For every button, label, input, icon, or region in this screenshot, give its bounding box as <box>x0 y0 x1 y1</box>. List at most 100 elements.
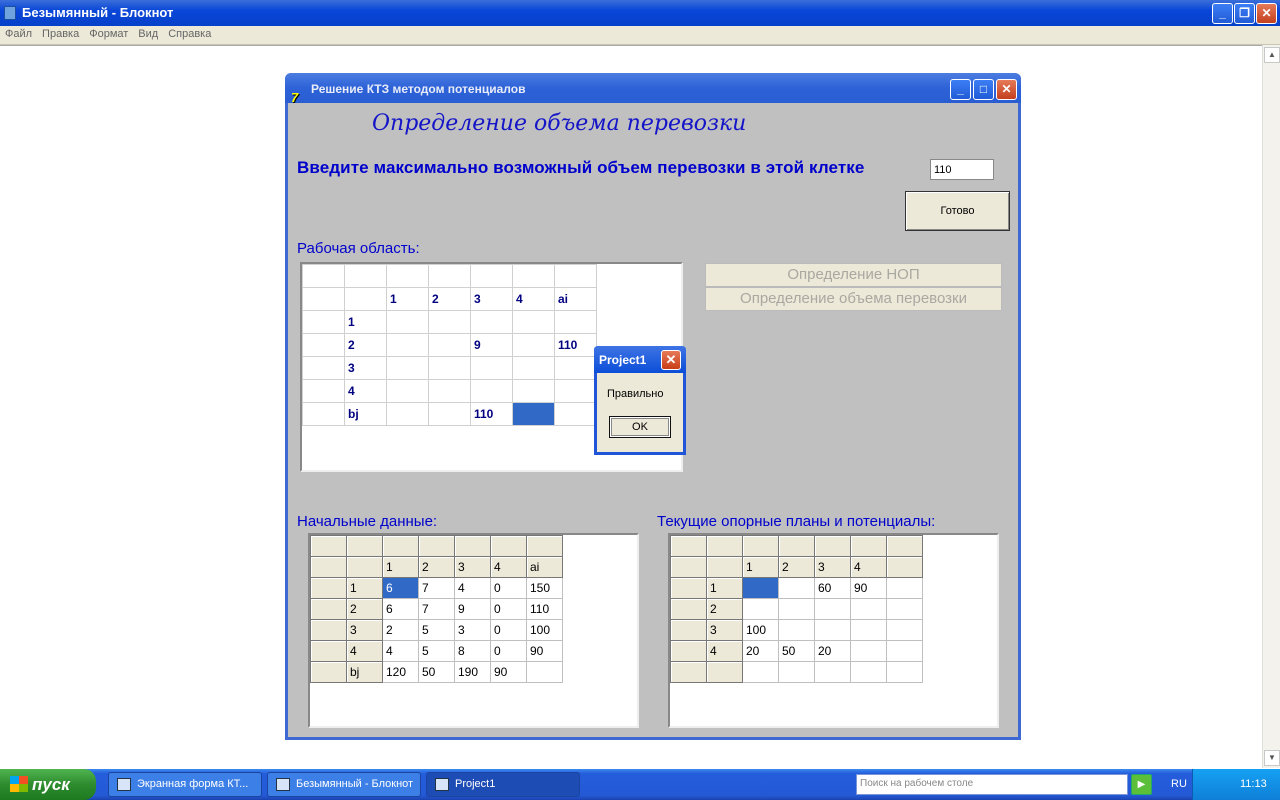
grid-cell[interactable] <box>470 264 513 288</box>
grid-cell[interactable]: 3 <box>346 619 383 641</box>
dialog-ok-button[interactable]: OK <box>609 416 671 438</box>
grid-cell[interactable]: 90 <box>526 640 563 662</box>
grid-cell[interactable] <box>302 333 345 357</box>
search-go-icon[interactable]: ▶ <box>1131 774 1152 795</box>
current-plans-grid[interactable]: 1 2 3 4 1 60 90 2 3 100 4 20 50 20 <box>670 535 923 683</box>
grid-cell[interactable]: 1 <box>346 577 383 599</box>
grid-cell[interactable] <box>850 640 887 662</box>
task-notepad[interactable]: Безымянный - Блокнот <box>267 772 421 797</box>
grid-cell[interactable]: 190 <box>454 661 491 683</box>
initial-data-grid[interactable]: 1 2 3 4 ai 1 6 7 4 0 150 2 6 7 9 0 110 3 2 5 3 0 100 4 4 5 8 0 90 bj 1… <box>310 535 563 683</box>
dialog-close-icon[interactable]: ✕ <box>661 350 681 370</box>
grid-cell[interactable] <box>386 264 429 288</box>
grid-cell[interactable] <box>512 264 555 288</box>
grid-cell[interactable] <box>886 577 923 599</box>
grid-cell[interactable]: 90 <box>490 661 527 683</box>
grid-cell[interactable]: 120 <box>382 661 419 683</box>
grid-cell[interactable] <box>386 402 429 426</box>
grid-cell[interactable] <box>778 661 815 683</box>
menu-help[interactable]: Справка <box>163 26 216 40</box>
desktop-search-input[interactable]: Поиск на рабочем столе <box>856 774 1128 795</box>
grid-cell[interactable]: ai <box>526 556 563 578</box>
grid-cell[interactable] <box>706 556 743 578</box>
grid-cell[interactable] <box>346 556 383 578</box>
grid-cell[interactable]: 1 <box>386 287 429 311</box>
grid-cell[interactable]: 0 <box>490 577 527 599</box>
scroll-down-icon[interactable]: ▼ <box>1264 750 1280 766</box>
grid-cell[interactable] <box>814 661 851 683</box>
grid-cell[interactable] <box>886 598 923 620</box>
grid-cell[interactable] <box>554 264 597 288</box>
grid-cell[interactable] <box>742 661 779 683</box>
nop-button[interactable]: Определение НОП <box>705 263 1002 287</box>
grid-cell[interactable] <box>526 661 563 683</box>
grid-cell[interactable] <box>778 619 815 641</box>
grid-cell[interactable]: 60 <box>814 577 851 599</box>
grid-cell[interactable]: 6 <box>382 598 419 620</box>
grid-cell[interactable] <box>302 379 345 403</box>
grid-cell[interactable] <box>454 535 491 557</box>
grid-cell[interactable]: 8 <box>454 640 491 662</box>
grid-cell[interactable] <box>512 402 555 426</box>
grid-cell[interactable]: 4 <box>512 287 555 311</box>
grid-cell[interactable] <box>554 356 597 380</box>
grid-cell[interactable] <box>302 356 345 380</box>
grid-cell[interactable] <box>670 556 707 578</box>
grid-cell[interactable]: 50 <box>418 661 455 683</box>
grid-cell[interactable]: 20 <box>814 640 851 662</box>
grid-cell[interactable]: 2 <box>382 619 419 641</box>
grid-cell[interactable] <box>778 577 815 599</box>
grid-cell[interactable] <box>850 598 887 620</box>
grid-cell[interactable]: 4 <box>344 379 387 403</box>
grid-cell[interactable] <box>742 577 779 599</box>
grid-cell[interactable]: 5 <box>418 619 455 641</box>
grid-cell[interactable] <box>512 356 555 380</box>
grid-cell[interactable]: 9 <box>470 333 513 357</box>
grid-cell[interactable] <box>310 619 347 641</box>
grid-cell[interactable]: 3 <box>344 356 387 380</box>
grid-cell[interactable]: 20 <box>742 640 779 662</box>
grid-cell[interactable] <box>382 535 419 557</box>
grid-cell[interactable] <box>310 535 347 557</box>
grid-cell[interactable]: 2 <box>706 598 743 620</box>
grid-cell[interactable]: 2 <box>428 287 471 311</box>
grid-cell[interactable]: 4 <box>454 577 491 599</box>
grid-cell[interactable]: 100 <box>526 619 563 641</box>
minimize-button[interactable]: _ <box>1212 3 1233 24</box>
grid-cell[interactable]: 7 <box>418 598 455 620</box>
grid-cell[interactable] <box>706 535 743 557</box>
restore-button[interactable]: ❐ <box>1234 3 1255 24</box>
grid-cell[interactable] <box>886 619 923 641</box>
grid-cell[interactable]: 2 <box>418 556 455 578</box>
grid-cell[interactable] <box>512 379 555 403</box>
grid-cell[interactable] <box>302 402 345 426</box>
grid-cell[interactable] <box>742 535 779 557</box>
grid-cell[interactable] <box>428 310 471 334</box>
grid-cell[interactable] <box>886 535 923 557</box>
grid-cell[interactable] <box>386 356 429 380</box>
vertical-scrollbar[interactable]: ▲ ▼ <box>1262 45 1280 768</box>
grid-cell[interactable] <box>346 535 383 557</box>
grid-cell[interactable] <box>386 310 429 334</box>
grid-cell[interactable]: bj <box>346 661 383 683</box>
grid-cell[interactable] <box>310 640 347 662</box>
grid-cell[interactable] <box>512 333 555 357</box>
grid-cell[interactable]: 5 <box>418 640 455 662</box>
workarea-grid[interactable]: 1 2 3 4 ai 1 2 9 110 3 4 bj 110 <box>302 264 597 426</box>
grid-cell[interactable] <box>386 333 429 357</box>
grid-cell[interactable] <box>706 661 743 683</box>
grid-cell[interactable]: 3 <box>706 619 743 641</box>
grid-cell[interactable] <box>670 535 707 557</box>
menu-file[interactable]: Файл <box>0 26 37 40</box>
grid-cell[interactable]: 3 <box>814 556 851 578</box>
grid-cell[interactable] <box>310 556 347 578</box>
grid-cell[interactable] <box>742 598 779 620</box>
language-indicator[interactable]: RU <box>1171 778 1187 790</box>
close-button[interactable]: ✕ <box>1256 3 1277 24</box>
grid-cell[interactable] <box>428 356 471 380</box>
menu-format[interactable]: Формат <box>84 26 133 40</box>
grid-cell[interactable] <box>670 577 707 599</box>
grid-cell[interactable]: 4 <box>850 556 887 578</box>
grid-cell[interactable] <box>344 287 387 311</box>
grid-cell[interactable] <box>428 402 471 426</box>
